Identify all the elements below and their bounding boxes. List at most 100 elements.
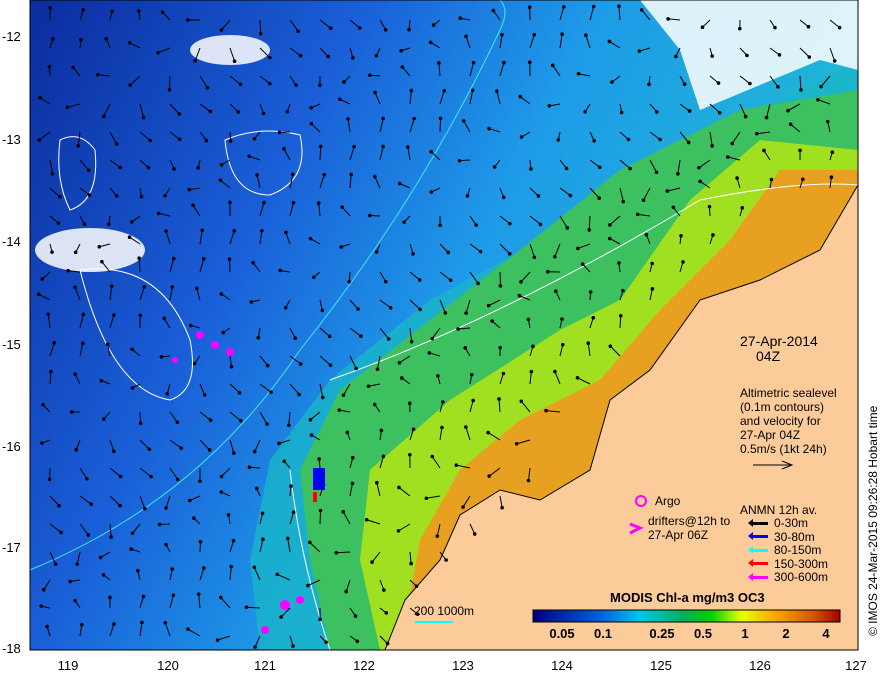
vector-head: [588, 290, 593, 294]
vector-head: [309, 433, 314, 437]
vector-head: [341, 393, 346, 397]
vector-head: [51, 37, 55, 41]
vector-head: [130, 531, 135, 535]
vector-head: [807, 55, 812, 59]
vector-head: [637, 49, 642, 53]
vector-head: [617, 261, 621, 265]
anmn-depth-label: 300-600m: [774, 570, 829, 584]
vector-head: [354, 366, 359, 371]
vector-head: [194, 286, 199, 291]
vector-head: [192, 516, 196, 520]
vector-head: [52, 341, 56, 345]
vector-head: [286, 423, 291, 428]
vector-head: [464, 425, 468, 429]
vector-head: [730, 141, 735, 146]
vector-head: [221, 330, 226, 335]
vector-head: [170, 567, 175, 571]
vector-head: [411, 427, 416, 432]
vector-head: [429, 150, 434, 154]
vector-head: [825, 119, 830, 124]
vector-head: [409, 339, 414, 344]
vector-head: [73, 250, 78, 255]
vector-head: [219, 474, 224, 479]
vector-head: [560, 317, 564, 321]
vector-head: [553, 369, 557, 374]
drifters-label: drifters@12h to 27-Apr 06Z: [648, 514, 731, 542]
vector-head: [344, 589, 349, 594]
vector-head: [140, 620, 144, 625]
vector-head: [364, 517, 369, 522]
vector-head: [46, 312, 51, 317]
vector-head: [628, 166, 632, 171]
vector-head: [228, 200, 232, 205]
arrow-icon: [748, 545, 768, 554]
vector-head: [430, 454, 435, 459]
vector-head: [666, 17, 670, 21]
vector-head: [686, 140, 691, 145]
vector-head: [147, 447, 152, 452]
vector-head: [188, 323, 193, 328]
y-tick-label: -14: [2, 234, 21, 249]
vector-head: [308, 540, 312, 545]
vector-head: [717, 110, 722, 115]
vector-head: [367, 213, 372, 218]
colorbar-tick-label: 0.25: [649, 626, 675, 641]
vector-head: [100, 259, 104, 264]
vector-head: [232, 228, 237, 233]
isobath-label: 200 1000m: [414, 604, 475, 618]
vector-head: [101, 417, 106, 421]
vector-head: [130, 347, 134, 352]
vector-head: [73, 598, 77, 603]
vector-head: [356, 307, 360, 311]
vector-head: [262, 200, 266, 205]
vector-head: [532, 255, 537, 260]
vector-head: [799, 88, 803, 92]
vector-head: [253, 645, 257, 649]
vector-head: [163, 621, 168, 625]
vector-head: [101, 573, 106, 577]
vector-head: [49, 369, 53, 374]
vector-head: [580, 262, 585, 266]
vector-head: [538, 222, 543, 227]
vector-head: [454, 463, 459, 467]
vector-head: [291, 644, 295, 648]
vector-head: [353, 614, 358, 618]
vector-head: [440, 425, 444, 430]
vector-head: [265, 363, 270, 368]
vector-head: [575, 376, 580, 380]
vector-head: [351, 56, 355, 60]
vector-head: [318, 144, 323, 149]
colorbar-title: MODIS Chl-a mg/m3 OC3: [610, 590, 765, 605]
vector-head: [247, 154, 251, 159]
vector-head: [531, 344, 535, 349]
vector-head: [171, 593, 176, 598]
velocity-vector: [319, 146, 322, 161]
vector-head: [285, 536, 290, 541]
vector-head: [407, 401, 412, 406]
vector-head: [819, 84, 823, 89]
vector-head: [497, 397, 501, 401]
vector-head: [697, 165, 701, 170]
vector-head: [219, 490, 224, 494]
vector-head: [591, 4, 596, 9]
y-tick-label: -17: [2, 540, 21, 555]
map-time: 04Z: [756, 348, 781, 364]
vector-head: [127, 235, 132, 240]
vector-head: [687, 109, 692, 113]
vector-head: [340, 205, 344, 209]
vector-head: [762, 148, 766, 153]
vector-head: [141, 115, 146, 120]
credit-text: © IMOS 24-Mar-2015 09:26:28 Hobart time: [866, 405, 880, 636]
vector-head: [776, 85, 780, 89]
vector-head: [320, 308, 325, 313]
vector-head: [654, 110, 659, 114]
vector-head: [610, 80, 614, 84]
vector-head: [788, 122, 793, 127]
vector-head: [40, 277, 45, 281]
vector-head: [544, 408, 548, 413]
vector-head: [773, 25, 777, 30]
vector-head: [159, 355, 164, 359]
vector-head: [309, 121, 314, 126]
vector-head: [109, 535, 113, 539]
vector-head: [798, 148, 802, 153]
